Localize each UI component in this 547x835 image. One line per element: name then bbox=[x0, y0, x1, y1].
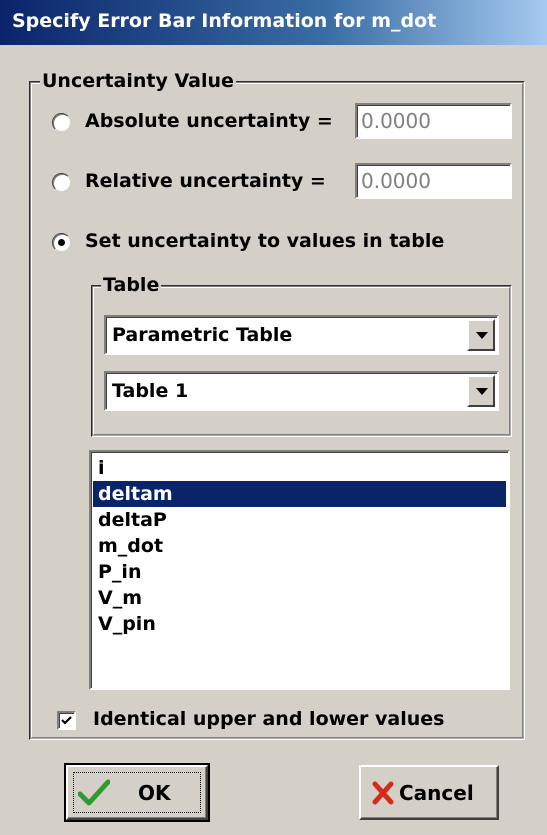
table-type-dropdown[interactable]: Parametric Table bbox=[104, 315, 499, 355]
radio-selected-dot bbox=[58, 239, 65, 246]
ok-button-label: OK bbox=[138, 781, 171, 805]
table-type-dropdown-button[interactable] bbox=[467, 319, 495, 351]
table-name-dropdown[interactable]: Table 1 bbox=[104, 371, 499, 411]
column-listbox[interactable]: i deltam deltaP m_dot P_in V_m V_pin bbox=[89, 450, 510, 690]
list-item[interactable]: P_in bbox=[93, 559, 506, 585]
list-item[interactable]: i bbox=[93, 455, 506, 481]
absolute-uncertainty-label[interactable]: Absolute uncertainty = bbox=[85, 110, 333, 132]
checkmark-icon bbox=[78, 779, 110, 806]
relative-uncertainty-radio[interactable] bbox=[52, 173, 71, 192]
table-values-label[interactable]: Set uncertainty to values in table bbox=[85, 230, 444, 252]
cancel-button[interactable]: Cancel bbox=[359, 765, 499, 820]
checkmark-icon bbox=[61, 716, 72, 725]
list-item-selected[interactable]: deltam bbox=[93, 481, 506, 507]
title-bar[interactable]: Specify Error Bar Information for m_dot bbox=[0, 0, 547, 45]
ok-button[interactable]: OK bbox=[64, 763, 210, 822]
table-name-value: Table 1 bbox=[112, 380, 189, 402]
absolute-uncertainty-radio[interactable] bbox=[52, 113, 71, 132]
uncertainty-value-legend: Uncertainty Value bbox=[40, 70, 236, 92]
window-title: Specify Error Bar Information for m_dot bbox=[12, 10, 437, 32]
x-icon bbox=[372, 781, 394, 805]
identical-values-label[interactable]: Identical upper and lower values bbox=[93, 708, 444, 730]
table-group bbox=[91, 285, 512, 437]
absolute-uncertainty-input[interactable]: 0.0000 bbox=[355, 103, 512, 139]
table-legend: Table bbox=[101, 274, 162, 296]
relative-uncertainty-input[interactable]: 0.0000 bbox=[355, 163, 512, 199]
list-item[interactable]: m_dot bbox=[93, 533, 506, 559]
chevron-down-icon bbox=[476, 388, 488, 395]
table-values-radio[interactable] bbox=[52, 233, 71, 252]
table-type-value: Parametric Table bbox=[112, 324, 293, 346]
relative-uncertainty-label[interactable]: Relative uncertainty = bbox=[85, 170, 326, 192]
list-item[interactable]: V_pin bbox=[93, 611, 506, 637]
table-name-dropdown-button[interactable] bbox=[467, 375, 495, 407]
cancel-button-label: Cancel bbox=[399, 781, 474, 805]
list-item[interactable]: V_m bbox=[93, 585, 506, 611]
chevron-down-icon bbox=[476, 332, 488, 339]
list-item[interactable]: deltaP bbox=[93, 507, 506, 533]
identical-values-checkbox[interactable] bbox=[57, 711, 76, 730]
